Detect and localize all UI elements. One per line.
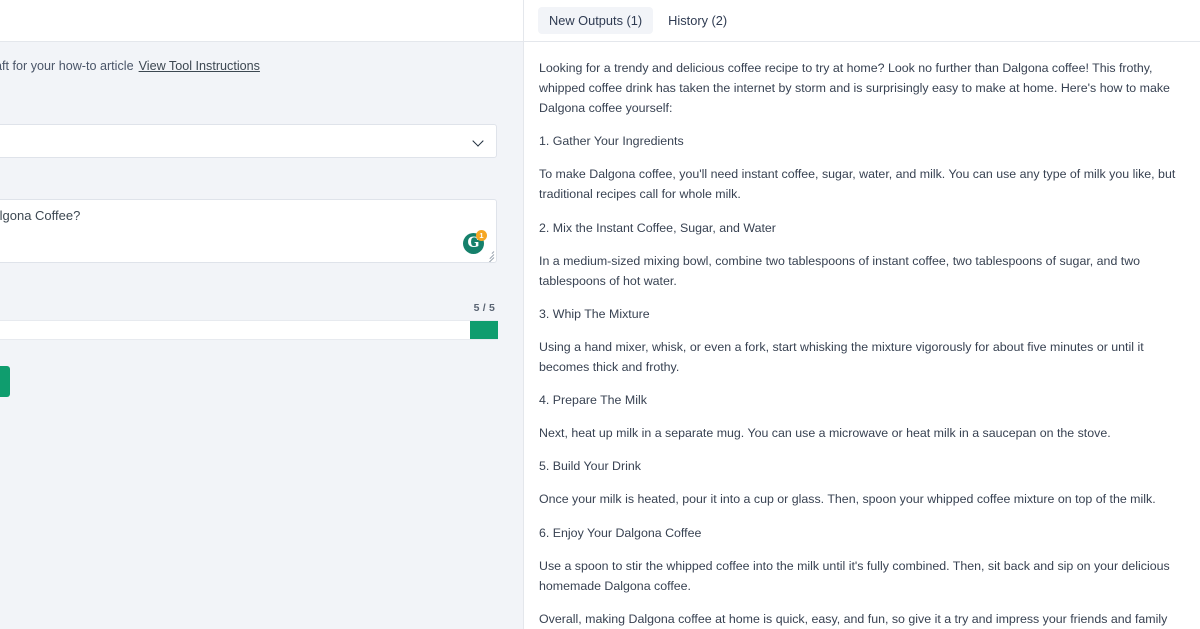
tab-history[interactable]: History (2) bbox=[657, 7, 738, 34]
output-paragraph: 3. Whip The Mixture bbox=[539, 304, 1178, 324]
textarea-value: Dalgona Coffee? bbox=[0, 208, 80, 223]
output-tabs: New Outputs (1) History (2) bbox=[524, 0, 1200, 42]
output-paragraph: 4. Prepare The Milk bbox=[539, 390, 1178, 410]
right-output-panel: New Outputs (1) History (2) Looking for … bbox=[524, 0, 1200, 629]
output-paragraph: To make Dalgona coffee, you'll need inst… bbox=[539, 164, 1178, 204]
tool-description-text: k draft for your how-to article bbox=[0, 59, 134, 73]
prompt-textarea[interactable]: Dalgona Coffee? G 1 bbox=[0, 199, 497, 263]
view-tool-instructions-link[interactable]: View Tool Instructions bbox=[139, 59, 260, 73]
output-paragraph: Use a spoon to stir the whipped coffee i… bbox=[539, 556, 1178, 596]
tool-description-row: k draft for your how-to article View Too… bbox=[0, 42, 524, 90]
output-paragraph: Overall, making Dalgona coffee at home i… bbox=[539, 609, 1178, 629]
usage-counter-row: 5 / 5 bbox=[0, 302, 497, 314]
grammarly-icon[interactable]: G 1 bbox=[463, 233, 484, 254]
left-panel-header: st bbox=[0, 0, 524, 42]
output-card: Looking for a trendy and delicious coffe… bbox=[524, 42, 1200, 629]
tone-select[interactable] bbox=[0, 124, 497, 158]
usage-counter: 5 / 5 bbox=[474, 302, 495, 314]
chevron-down-icon bbox=[473, 136, 484, 147]
output-paragraph: 5. Build Your Drink bbox=[539, 456, 1178, 476]
textarea-field-group: Dalgona Coffee? G 1 bbox=[0, 199, 497, 263]
grammarly-suggestion-count: 1 bbox=[476, 230, 487, 241]
app-root: st k draft for your how-to article View … bbox=[0, 0, 1200, 629]
output-scroll-region[interactable]: Looking for a trendy and delicious coffe… bbox=[524, 42, 1200, 629]
output-paragraph: In a medium-sized mixing bowl, combine t… bbox=[539, 251, 1178, 291]
output-paragraph: Once your milk is heated, pour it into a… bbox=[539, 489, 1178, 509]
output-paragraph: 2. Mix the Instant Coffee, Sugar, and Wa… bbox=[539, 218, 1178, 238]
tab-new-outputs[interactable]: New Outputs (1) bbox=[538, 7, 653, 34]
select-field-group bbox=[0, 124, 497, 158]
usage-progress-fill bbox=[470, 321, 498, 339]
output-paragraph: 6. Enjoy Your Dalgona Coffee bbox=[539, 523, 1178, 543]
usage-progress-bar bbox=[0, 320, 498, 340]
resize-handle-icon[interactable] bbox=[483, 249, 494, 260]
output-paragraph: Looking for a trendy and delicious coffe… bbox=[539, 58, 1178, 118]
output-paragraph: 1. Gather Your Ingredients bbox=[539, 131, 1178, 151]
generate-button[interactable] bbox=[0, 366, 10, 397]
output-paragraph: Using a hand mixer, whisk, or even a for… bbox=[539, 337, 1178, 377]
output-paragraph: Next, heat up milk in a separate mug. Yo… bbox=[539, 423, 1178, 443]
left-form-panel: st k draft for your how-to article View … bbox=[0, 0, 524, 629]
